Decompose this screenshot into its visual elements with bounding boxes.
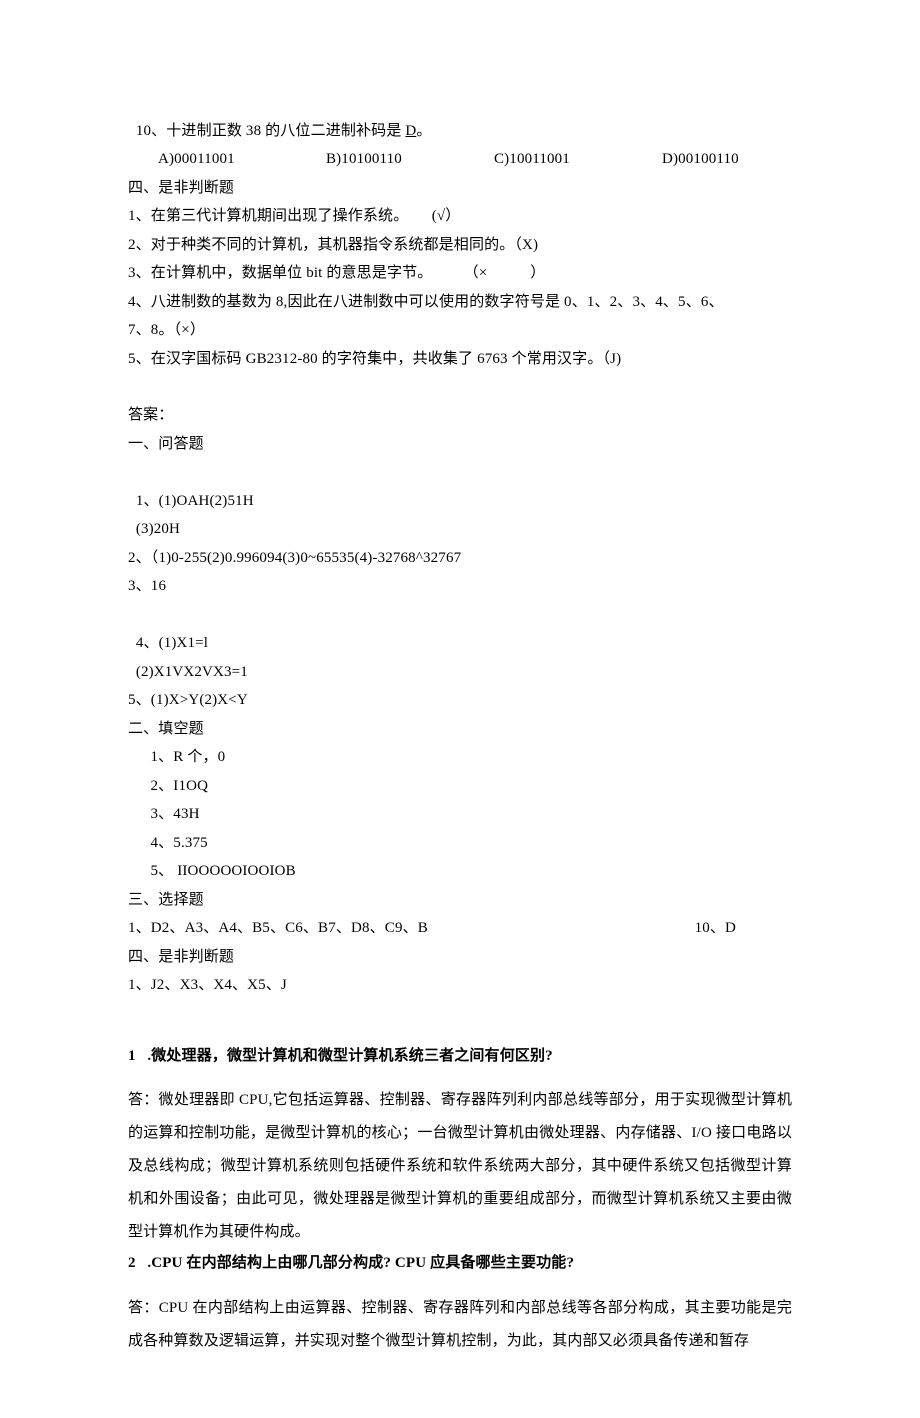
essay-q1-title: 1 .微处理器，微型计算机和微型计算机系统三者之间有何区别?: [128, 1042, 792, 1071]
answers-sec1-4: 4、(1)X1=l (2)X1VX2VX3=1: [128, 601, 792, 687]
mcq-10-option-d: D)00100110: [662, 145, 739, 174]
tf-item-4-line2: 7、8。（×）: [128, 316, 792, 345]
answers-heading: 答案：: [128, 401, 792, 430]
answers-sec4-title: 四、是非判断题: [128, 943, 792, 972]
answers-sec1-1a: 1、(1)OAH(2)51H: [136, 487, 396, 516]
answers-sec2-5: 5、 IIOOOOOIOOIOB: [128, 857, 792, 886]
tf-item-1: 1、在第三代计算机期间出现了操作系统。 (√）: [128, 202, 792, 231]
mcq-10: 10、十进制正数 38 的八位二进制补码是 D。: [128, 88, 792, 145]
tf-item-2: 2、对于种类不同的计算机，其机器指令系统都是相同的。（X): [128, 231, 792, 260]
tf-item-5: 5、在汉字国标码 GB2312-80 的字符集中，共收集了 6763 个常用汉字…: [128, 345, 792, 374]
mcq-10-option-a: A)00011001: [158, 145, 326, 174]
mcq-10-text-before: 10、十进制正数 38 的八位二进制补码是: [136, 123, 406, 139]
tf-item-4-line1: 4、八进制数的基数为 8,因此在八进制数中可以使用的数字符号是 0、1、2、3、…: [128, 288, 792, 317]
section-4-title: 四、是非判断题: [128, 174, 792, 203]
answers-sec1-4a: 4、(1)X1=l: [136, 629, 296, 658]
essay-q2-body: 答：CPU 在内部结构上由运算器、控制器、寄存器阵列和内部总线等各部分构成，其主…: [128, 1292, 792, 1358]
answers-sec2-1: 1、R 个，0: [128, 743, 792, 772]
tf-item-3: 3、在计算机中，数据单位 bit 的意思是字节。 （× ）: [128, 259, 792, 288]
answers-sec1-1b: (3)20H: [136, 521, 180, 537]
mcq-10-answer-underlined: D: [405, 123, 416, 139]
answers-sec1-4b: (2)X1VX2VX3=1: [136, 664, 248, 680]
answers-sec2-4: 4、5.375: [128, 829, 792, 858]
answers-sec1-2: 2、（1)0-255(2)0.996094(3)0~65535(4)-32768…: [128, 544, 792, 573]
answers-sec3-right: 10、D: [695, 914, 736, 943]
answers-sec1-1: 1、(1)OAH(2)51H (3)20H: [128, 458, 792, 544]
answers-sec3-title: 三、选择题: [128, 886, 792, 915]
answers-sec1-5: 5、(1)X>Y(2)X<Y: [128, 686, 792, 715]
mcq-10-text-after: 。: [416, 123, 431, 139]
mcq-10-option-c: C)10011001: [494, 145, 662, 174]
answers-sec3-left: 1、D2、A3、A4、B5、C6、B7、D8、C9、B: [128, 914, 428, 943]
answers-sec4-line: 1、J2、X3、X4、X5、J: [128, 971, 792, 1000]
essay-q2-title: 2 .CPU 在内部结构上由哪几部分构成? CPU 应具备哪些主要功能?: [128, 1249, 792, 1278]
answers-sec2-3: 3、43H: [128, 800, 792, 829]
essay-q1-body: 答：微处理器即 CPU,它包括运算器、控制器、寄存器阵列利内部总线等部分，用于实…: [128, 1084, 792, 1249]
answers-sec1-title: 一、问答题: [128, 430, 792, 459]
answers-sec3-line: 1、D2、A3、A4、B5、C6、B7、D8、C9、B 10、D: [128, 914, 792, 943]
mcq-10-options: A)00011001 B)10100110 C)10011001 D)00100…: [128, 145, 792, 174]
answers-sec1-3: 3、16: [128, 572, 792, 601]
answers-sec2-2: 2、I1OQ: [128, 772, 792, 801]
answers-sec2-title: 二、填空题: [128, 715, 792, 744]
mcq-10-option-b: B)10100110: [326, 145, 494, 174]
